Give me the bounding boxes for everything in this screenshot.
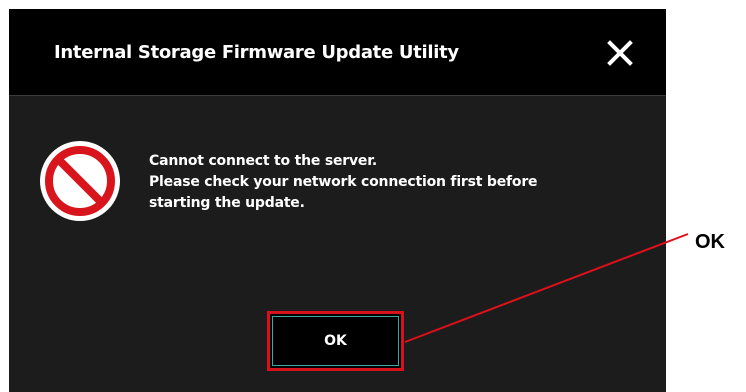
error-dialog: Internal Storage Firmware Update Utility… (9, 9, 666, 392)
titlebar-divider (9, 95, 666, 96)
ok-button[interactable]: OK (267, 311, 404, 371)
message-line: starting the update. (149, 195, 305, 211)
prohibited-icon (38, 139, 122, 223)
dialog-titlebar: Internal Storage Firmware Update Utility (9, 9, 666, 95)
dialog-title: Internal Storage Firmware Update Utility (54, 42, 459, 63)
ok-button-label: OK (272, 316, 399, 366)
error-message: Cannot connect to the server. Please che… (149, 151, 629, 214)
message-line: Please check your network connection fir… (149, 174, 538, 190)
close-button[interactable] (605, 38, 635, 68)
callout-label: OK (695, 231, 725, 253)
screenshot-stage: Internal Storage Firmware Update Utility… (0, 0, 746, 392)
message-line: Cannot connect to the server. (149, 153, 378, 169)
close-icon (607, 40, 633, 66)
